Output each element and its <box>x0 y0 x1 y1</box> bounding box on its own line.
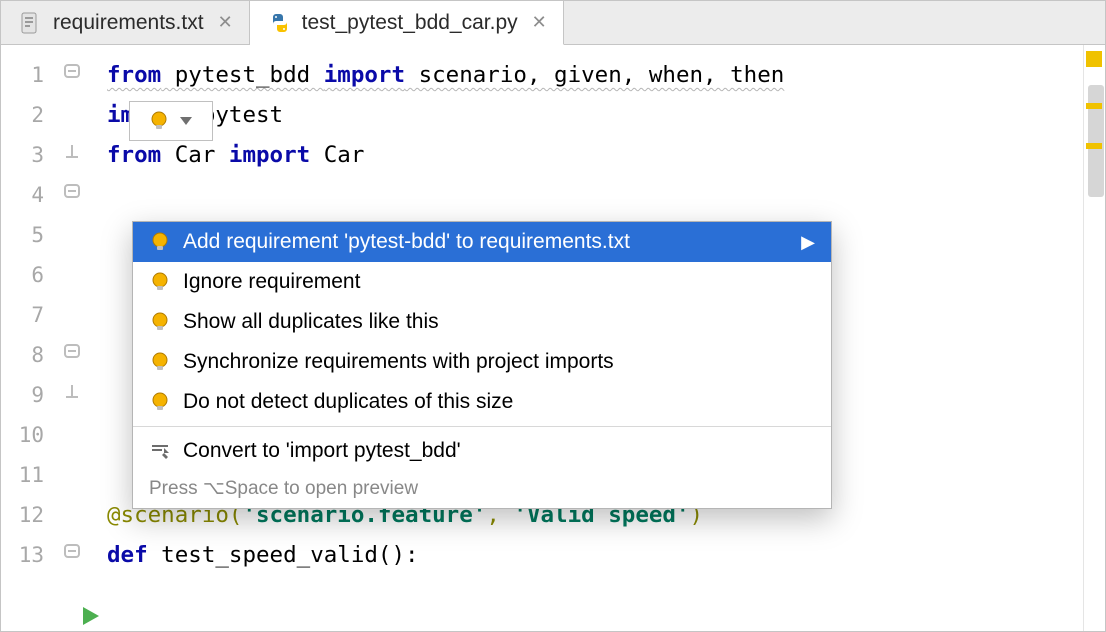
line-number: 1 <box>1 55 60 95</box>
intention-item-label: Do not detect duplicates of this size <box>183 390 513 414</box>
code-line[interactable]: from Car import Car <box>107 135 1083 175</box>
intention-item-label: Synchronize requirements with project im… <box>183 350 614 374</box>
intention-item-convert-import[interactable]: Convert to 'import pytest_bdd' <box>133 431 831 471</box>
intention-item-do-not-detect-duplicates[interactable]: Do not detect duplicates of this size <box>133 382 831 422</box>
warning-marker[interactable] <box>1086 143 1102 149</box>
line-number: 7 <box>1 295 60 335</box>
intention-item-label: Show all duplicates like this <box>183 310 439 334</box>
fold-handle-icon[interactable] <box>61 544 83 566</box>
close-icon[interactable]: ✕ <box>532 12 547 33</box>
line-number: 2 <box>1 95 60 135</box>
scrollbar-thumb[interactable] <box>1088 85 1104 197</box>
lightbulb-icon <box>149 231 171 253</box>
lightbulb-icon <box>149 391 171 413</box>
python-file-icon <box>268 11 292 35</box>
line-number: 8 <box>1 335 60 375</box>
line-number-gutter: 1 2 3 4 5 6 7 8 9 10 11 12 13 <box>1 45 61 631</box>
error-stripe[interactable] <box>1083 45 1105 631</box>
code-line[interactable] <box>107 175 1083 215</box>
line-number: 11 <box>1 455 60 495</box>
intention-item-ignore-requirement[interactable]: Ignore requirement <box>133 262 831 302</box>
separator <box>133 426 831 427</box>
intention-actions-popup: Add requirement 'pytest-bdd' to requirem… <box>132 221 832 509</box>
close-icon[interactable]: ✕ <box>218 12 233 33</box>
fold-end-icon[interactable] <box>61 144 83 166</box>
intention-bulb-button[interactable] <box>129 101 213 141</box>
lightbulb-icon <box>149 271 171 293</box>
line-number: 12 <box>1 495 60 535</box>
chevron-down-icon <box>178 113 194 129</box>
editor-tabs: requirements.txt ✕ test_pytest_bdd_car.p… <box>1 1 1105 45</box>
code-line[interactable]: def test_speed_valid(): <box>107 535 1083 575</box>
tab-requirements[interactable]: requirements.txt ✕ <box>1 1 250 44</box>
intention-item-label: Ignore requirement <box>183 270 360 294</box>
intention-item-show-duplicates[interactable]: Show all duplicates like this <box>133 302 831 342</box>
fold-handle-icon[interactable] <box>61 344 83 366</box>
intention-item-label: Add requirement 'pytest-bdd' to requirem… <box>183 230 630 254</box>
lightbulb-icon <box>148 110 170 132</box>
edit-icon <box>149 440 171 462</box>
line-number: 9 <box>1 375 60 415</box>
editor-body: 1 2 3 4 5 6 7 8 9 10 11 12 13 <box>1 45 1105 631</box>
editor-window: requirements.txt ✕ test_pytest_bdd_car.p… <box>0 0 1106 632</box>
intention-item-add-requirement[interactable]: Add requirement 'pytest-bdd' to requirem… <box>133 222 831 262</box>
fold-gutter <box>61 45 107 631</box>
line-number: 3 <box>1 135 60 175</box>
popup-hint: Press ⌥Space to open preview <box>133 471 831 508</box>
fold-handle-icon[interactable] <box>61 64 83 86</box>
intention-item-label: Convert to 'import pytest_bdd' <box>183 439 461 463</box>
tab-label: requirements.txt <box>53 11 204 35</box>
lightbulb-icon <box>149 351 171 373</box>
line-number: 5 <box>1 215 60 255</box>
code-line[interactable]: from pytest_bdd import scenario, given, … <box>107 55 1083 95</box>
submenu-arrow-icon: ▶ <box>801 232 815 253</box>
line-number: 4 <box>1 175 60 215</box>
tab-label: test_pytest_bdd_car.py <box>302 11 518 35</box>
run-icon[interactable] <box>79 605 101 627</box>
warning-marker[interactable] <box>1086 103 1102 109</box>
lightbulb-icon <box>149 311 171 333</box>
text-file-icon <box>19 11 43 35</box>
overall-status-marker[interactable] <box>1086 51 1102 67</box>
code-line[interactable]: import pytest <box>107 95 1083 135</box>
intention-item-synchronize-requirements[interactable]: Synchronize requirements with project im… <box>133 342 831 382</box>
line-number: 10 <box>1 415 60 455</box>
fold-handle-icon[interactable] <box>61 184 83 206</box>
line-number: 6 <box>1 255 60 295</box>
fold-end-icon[interactable] <box>61 384 83 406</box>
line-number: 13 <box>1 535 60 575</box>
tab-test-pytest-bdd-car[interactable]: test_pytest_bdd_car.py ✕ <box>250 1 564 45</box>
